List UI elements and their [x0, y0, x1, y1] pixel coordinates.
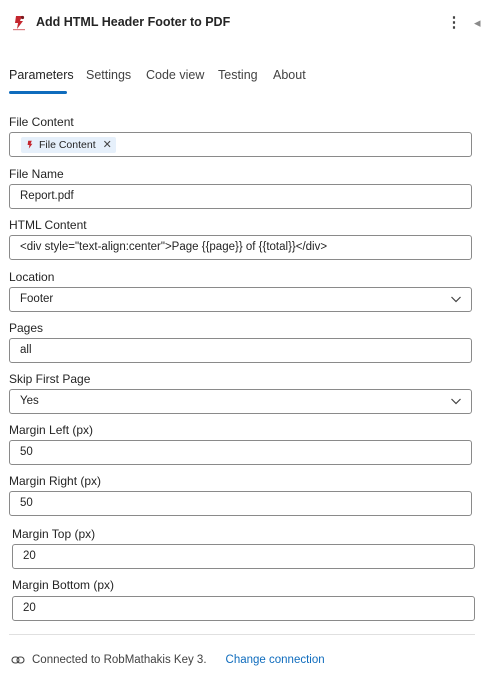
change-connection-link[interactable]: Change connection	[226, 654, 325, 666]
location-dropdown[interactable]: Footer	[9, 287, 472, 312]
skip-first-page-dropdown[interactable]: Yes	[9, 389, 472, 414]
collapse-panel-icon[interactable]: ◂	[474, 14, 486, 32]
margin-right-input[interactable]: 50	[9, 491, 472, 516]
more-options-icon[interactable]: ⋮	[446, 14, 462, 32]
skip-first-page-label: Skip First Page	[9, 372, 91, 386]
tab-settings[interactable]: Settings	[86, 68, 131, 82]
pages-input[interactable]: all	[9, 338, 472, 363]
divider	[9, 634, 475, 635]
tab-code-view[interactable]: Code view	[146, 68, 204, 82]
margin-top-input[interactable]: 20	[12, 544, 475, 569]
link-icon	[11, 656, 25, 664]
pages-label: Pages	[9, 321, 44, 335]
page-title: Add HTML Header Footer to PDF	[36, 15, 231, 29]
tab-about[interactable]: About	[273, 68, 306, 82]
chevron-down-icon	[451, 296, 461, 303]
connection-status-text: Connected to RobMathakis Key 3.	[32, 654, 207, 666]
location-value: Footer	[20, 293, 54, 305]
panel-header: Add HTML Header Footer to PDF ⋮ ◂	[0, 0, 486, 46]
token-label: File Content	[39, 139, 96, 151]
margin-left-input[interactable]: 50	[9, 440, 472, 465]
file-name-label: File Name	[9, 167, 64, 181]
html-content-input[interactable]: <div style="text-align:center">Page {{pa…	[9, 235, 472, 260]
skip-first-page-value: Yes	[20, 395, 39, 407]
file-content-token[interactable]: File Content ✕	[21, 137, 116, 153]
active-tab-indicator	[9, 91, 67, 94]
margin-right-label: Margin Right (px)	[9, 474, 102, 488]
location-label: Location	[9, 270, 55, 284]
margin-left-label: Margin Left (px)	[9, 423, 94, 437]
file-content-label: File Content	[9, 115, 74, 129]
margin-bottom-label: Margin Bottom (px)	[12, 578, 115, 592]
remove-token-icon[interactable]: ✕	[103, 137, 112, 153]
robot-logo-icon	[27, 140, 33, 149]
tab-testing[interactable]: Testing	[218, 68, 258, 82]
tab-parameters[interactable]: Parameters	[9, 68, 74, 82]
file-content-field[interactable]: File Content ✕	[9, 132, 472, 157]
margin-bottom-input[interactable]: 20	[12, 596, 475, 621]
html-content-label: HTML Content	[9, 218, 87, 232]
chevron-down-icon	[451, 398, 461, 405]
connection-footer: Connected to RobMathakis Key 3. Change c…	[11, 652, 325, 668]
file-name-input[interactable]: Report.pdf	[9, 184, 472, 209]
app-logo-icon	[9, 13, 29, 33]
margin-top-label: Margin Top (px)	[12, 527, 96, 541]
